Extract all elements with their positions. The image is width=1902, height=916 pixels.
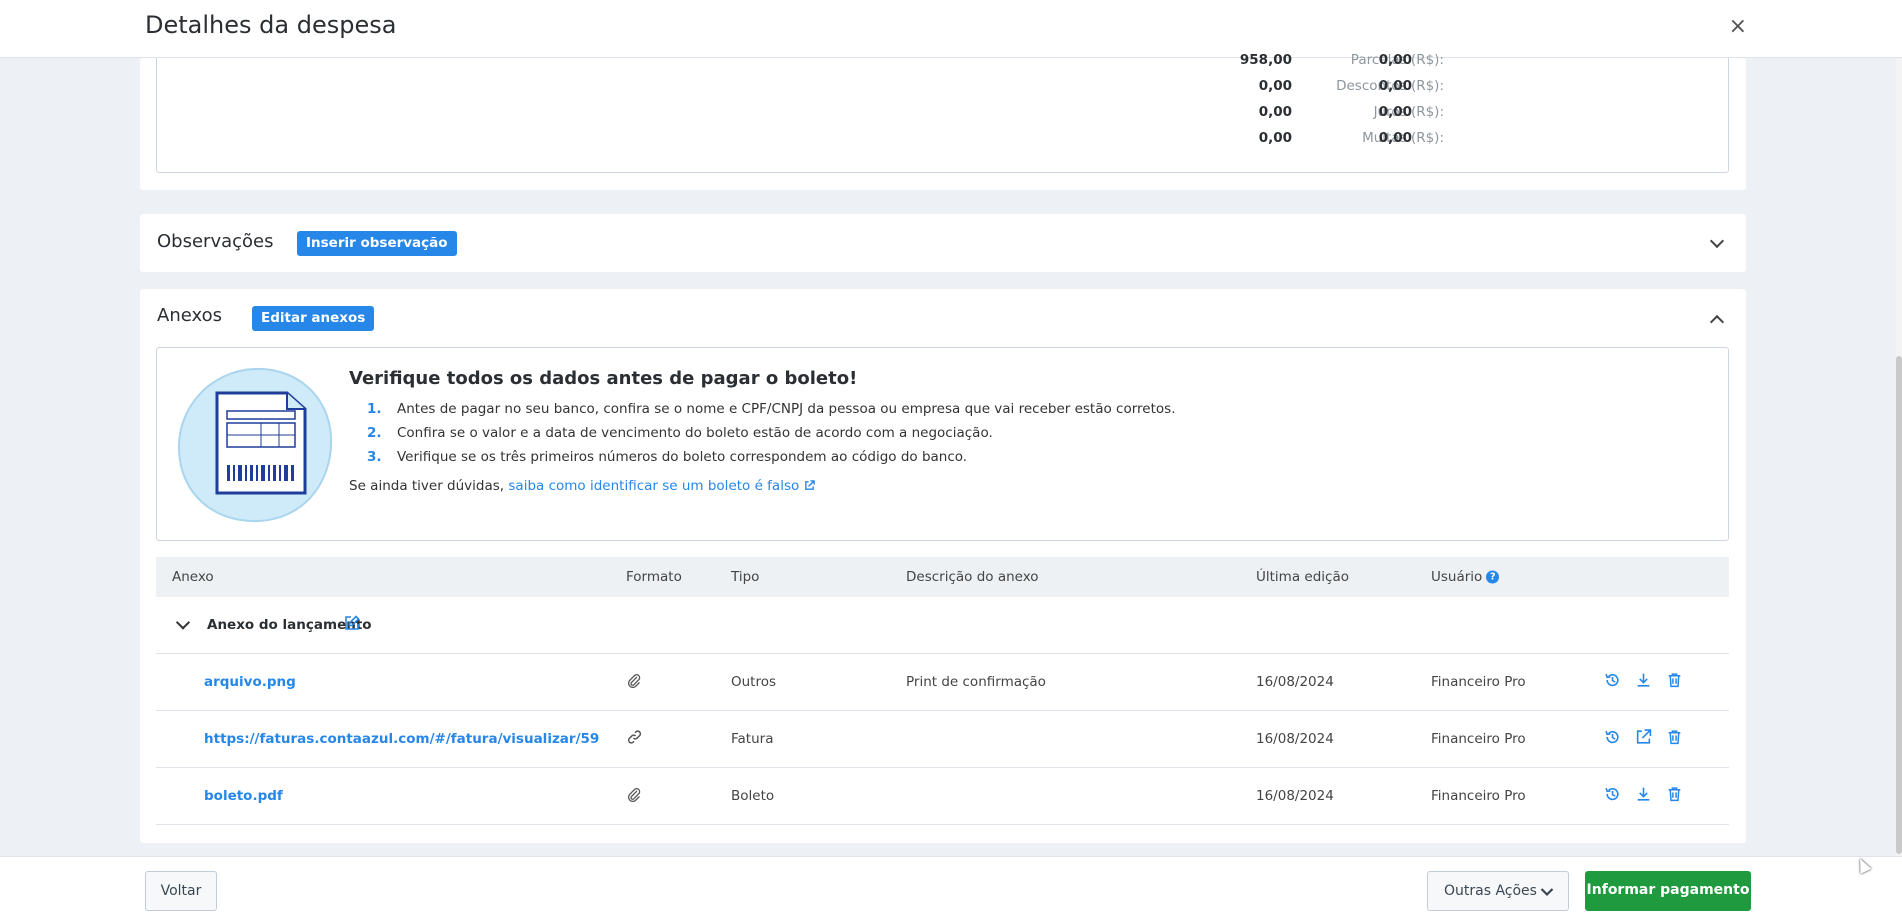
- boleto-warning-box: Verifique todos os dados antes de pagar …: [156, 347, 1729, 541]
- chevron-down-icon[interactable]: [1709, 233, 1725, 249]
- table-row: arquivo.png Outros Print de confirmação …: [156, 654, 1729, 711]
- summary-row: Parcelas (R$): 958,00 0,00: [157, 52, 1730, 72]
- more-actions-label: Outras Ações: [1444, 883, 1537, 899]
- anexos-card: Anexos Editar anexos Verifique todos os …: [140, 289, 1746, 843]
- modal-footer: Voltar Outras Ações Informar pagamento: [0, 856, 1902, 916]
- list-text: Verifique se os três primeiros números d…: [397, 449, 968, 465]
- anexos-title: Anexos: [157, 305, 222, 326]
- warning-footer: Se ainda tiver dúvidas, saiba como ident…: [349, 478, 815, 494]
- summary-value: 0,00: [1378, 130, 1412, 146]
- list-item: 1. Antes de pagar no seu banco, confira s…: [367, 401, 1176, 425]
- table-row: https://faturas.contaazul.com/#/fatura/v…: [156, 711, 1729, 768]
- attachment-user: Financeiro Pro: [1431, 674, 1526, 690]
- attachment-date: 16/08/2024: [1256, 788, 1334, 804]
- col-anexo: Anexo: [172, 569, 214, 585]
- table-row: boleto.pdf Boleto 16/08/2024 Financeiro …: [156, 768, 1729, 825]
- summary-box: Parcelas (R$): 958,00 0,00 Descontos (R$…: [156, 52, 1730, 173]
- list-item: 3. Verifique se os três primeiros números…: [367, 449, 1176, 473]
- paperclip-icon: [626, 672, 642, 692]
- external-link-icon[interactable]: [804, 480, 815, 491]
- summary-value: 0,00: [1258, 104, 1292, 120]
- link-icon: [626, 729, 643, 750]
- summary-value: 0,00: [1258, 78, 1292, 94]
- back-button[interactable]: Voltar: [145, 871, 217, 911]
- footer-text: Se ainda tiver dúvidas,: [349, 478, 509, 494]
- attachment-name-link[interactable]: boleto.pdf: [204, 788, 283, 804]
- history-icon[interactable]: [1604, 786, 1621, 807]
- list-text: Confira se o valor e a data de venciment…: [397, 425, 993, 441]
- summary-row: Multas (R$): 0,00 0,00: [157, 130, 1730, 150]
- summary-value: 0,00: [1378, 78, 1412, 94]
- close-icon[interactable]: ×: [1729, 14, 1747, 39]
- history-icon[interactable]: [1604, 729, 1621, 750]
- attachment-user: Financeiro Pro: [1431, 788, 1526, 804]
- modal-header: Detalhes da despesa ×: [0, 0, 1902, 58]
- summary-card: Parcelas (R$): 958,00 0,00 Descontos (R$…: [140, 52, 1746, 190]
- paperclip-icon: [626, 786, 642, 806]
- col-usuario-label: Usuário: [1431, 569, 1483, 585]
- summary-row: Descontos (R$): 0,00 0,00: [157, 78, 1730, 98]
- external-link-icon[interactable]: [1635, 729, 1652, 750]
- summary-value: 0,00: [1378, 52, 1412, 68]
- warning-heading: Verifique todos os dados antes de pagar …: [349, 368, 858, 389]
- page-title: Detalhes da despesa: [145, 11, 397, 39]
- attachment-type: Fatura: [731, 731, 774, 747]
- col-ultima-edicao: Última edição: [1256, 569, 1349, 585]
- edit-attachments-button[interactable]: Editar anexos: [252, 306, 375, 331]
- col-descricao: Descrição do anexo: [906, 569, 1039, 585]
- chevron-down-icon: [1540, 888, 1554, 897]
- attachment-date: 16/08/2024: [1256, 731, 1334, 747]
- trash-icon[interactable]: [1666, 672, 1683, 693]
- list-number: 2.: [367, 425, 382, 441]
- insert-observation-button[interactable]: Inserir observação: [297, 231, 457, 256]
- list-item: 2. Confira se o valor e a data de vencime…: [367, 425, 1176, 449]
- attachment-type: Boleto: [731, 788, 775, 804]
- attachment-description: Print de confirmação: [906, 674, 1046, 690]
- attachment-name-link[interactable]: https://faturas.contaazul.com/#/fatura/v…: [204, 731, 599, 747]
- summary-value: 958,00: [1239, 52, 1292, 68]
- list-number: 3.: [367, 449, 382, 465]
- list-number: 1.: [367, 401, 382, 417]
- history-icon[interactable]: [1604, 672, 1621, 693]
- summary-row: Juros (R$): 0,00 0,00: [157, 104, 1730, 124]
- table-group-row[interactable]: Anexo do lançamento: [156, 597, 1729, 654]
- chevron-down-icon[interactable]: [175, 615, 191, 630]
- summary-value: 0,00: [1378, 104, 1412, 120]
- help-icon[interactable]: ?: [1486, 570, 1500, 584]
- warning-list: 1. Antes de pagar no seu banco, confira s…: [367, 401, 1176, 473]
- scrollbar-thumb[interactable]: [1896, 356, 1902, 854]
- inform-payment-button[interactable]: Informar pagamento: [1585, 871, 1751, 911]
- more-actions-button[interactable]: Outras Ações: [1427, 871, 1569, 911]
- attachment-type: Outros: [731, 674, 777, 690]
- attachment-user: Financeiro Pro: [1431, 731, 1526, 747]
- boleto-illustration-icon: [177, 367, 333, 523]
- fake-boleto-link[interactable]: saiba como identificar se um boleto é fa…: [508, 478, 799, 494]
- col-formato: Formato: [626, 569, 682, 585]
- trash-icon[interactable]: [1666, 729, 1683, 750]
- list-text: Antes de pagar no seu banco, confira se …: [397, 401, 1176, 417]
- attachment-name-link[interactable]: arquivo.png: [204, 674, 296, 690]
- attachment-date: 16/08/2024: [1256, 674, 1334, 690]
- download-icon[interactable]: [1635, 786, 1652, 807]
- trash-icon[interactable]: [1666, 786, 1683, 807]
- col-tipo: Tipo: [731, 569, 760, 585]
- observacoes-title: Observações: [157, 231, 274, 252]
- attachments-table-header: Anexo Formato Tipo Descrição do anexo Úl…: [156, 557, 1729, 597]
- edit-icon[interactable]: [344, 615, 360, 635]
- download-icon[interactable]: [1635, 672, 1652, 693]
- observacoes-card: Observações Inserir observação: [140, 214, 1746, 272]
- col-usuario: Usuário?: [1431, 569, 1500, 585]
- chevron-up-icon[interactable]: [1709, 314, 1725, 330]
- summary-value: 0,00: [1258, 130, 1292, 146]
